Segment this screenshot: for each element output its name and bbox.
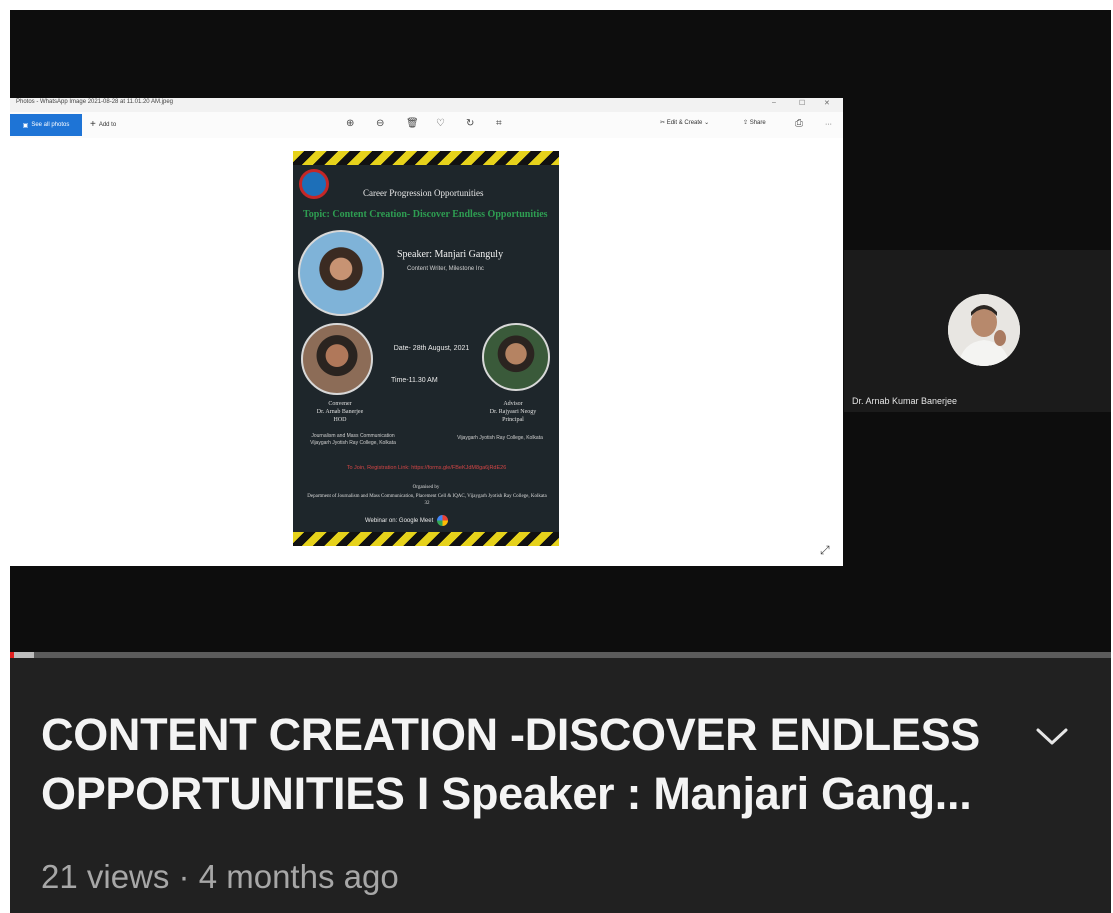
advisor-photo [482,323,550,391]
webinar-platform: Webinar on: Google Meet [365,515,449,526]
convener-title: Convener [328,401,352,407]
zoom-out-icon: ⊖ [376,118,385,129]
photos-icon: ▣ [22,122,29,129]
organised-by-text: Department of Journalism and Mass Commun… [307,494,547,506]
poster-heading: Career Progression Opportunities [363,188,484,198]
participant-avatar [948,294,1020,366]
video-info-panel: CONTENT CREATION -DISCOVER ENDLESS OPPOR… [10,658,1111,913]
convener-credit: Convener Dr. Arnab Banerjee HOD [295,400,385,424]
fullscreen-expand-icon: ⤢ [820,543,830,557]
expand-description-button[interactable] [1028,716,1076,756]
more-options-icon: ··· [825,121,832,128]
advisor-title: Advisor [503,401,523,407]
event-time: Time-11.30 AM [391,377,438,384]
convener-department: Journalism and Mass Communication Vijayg… [293,433,413,447]
google-meet-icon [437,515,449,526]
convener-dept-text: Journalism and Mass Communication [311,433,395,439]
participant-name: Dr. Arnab Kumar Banerjee [852,396,958,406]
organised-by-label: Organised by [412,485,440,490]
edit-create-button: ✂ Edit & Create ⌄ [660,119,709,126]
plus-icon: + [90,119,96,130]
add-to-button: + Add to [90,119,116,130]
photos-titlebar-text: Photos - WhatsApp Image 2021-08-28 at 11… [16,99,173,105]
advisor-college: Vijaygarh Jyotish Ray College, Kolkata [457,435,543,441]
heart-icon: ♡ [436,118,445,129]
see-all-photos-button: ▣ See all photos [10,114,82,136]
event-poster-image: Career Progression Opportunities Topic: … [293,151,559,546]
hazard-stripe-top [293,151,559,165]
poster-topic: Topic: Content Creation- Discover Endles… [303,209,548,220]
video-meta: 21 views · 4 months ago [41,858,399,895]
maximize-icon: ☐ [799,100,806,107]
share-label: Share [749,120,766,126]
rotate-icon: ↻ [466,118,475,129]
video-player[interactable]: Photos - WhatsApp Image 2021-08-28 at 11… [10,10,1111,652]
registration-link-text: To Join, Registration Link: https://form… [346,465,507,471]
add-to-label: Add to [98,121,117,128]
event-date: Date- 28th August, 2021 [393,345,470,352]
print-icon: ⎙ [795,118,803,129]
see-all-photos-label: See all photos [31,122,70,128]
hazard-stripe-bottom [293,532,559,546]
advisor-name: Dr. Rajyasri Neogy [489,409,537,415]
delete-icon: 🗑 [406,118,419,129]
photos-titlebar: Photos - WhatsApp Image 2021-08-28 at 11… [10,98,843,112]
college-logo [299,169,329,199]
webinar-label: Webinar on: Google Meet [365,517,434,524]
edit-icon: ✂ [660,120,666,126]
advisor-role: Principal [502,417,524,423]
participant-tile: Dr. Arnab Kumar Banerjee [844,250,1111,412]
participant-avatar-image [948,294,1020,366]
convener-photo [301,323,373,395]
shared-screen-photos-window: Photos - WhatsApp Image 2021-08-28 at 11… [10,98,843,566]
chevron-down-icon [1036,728,1068,745]
crop-icon: ⌗ [496,118,502,129]
zoom-in-icon: ⊕ [346,118,355,129]
video-title[interactable]: CONTENT CREATION -DISCOVER ENDLESS OPPOR… [41,705,1001,823]
close-icon: ✕ [824,100,830,107]
chevron-down-icon: ⌄ [704,120,710,126]
share-icon: ⇪ [743,120,749,126]
convener-college-text: Vijaygarh Jyotish Ray College, Kolkata [310,440,396,446]
speaker-photo [298,230,384,316]
share-button: ⇪ Share [743,119,766,126]
advisor-credit: Advisor Dr. Rajyasri Neogy Principal [463,400,559,424]
convener-name: Dr. Arnab Banerjee [316,409,364,415]
convener-role: HOD [333,417,347,423]
speaker-role: Content Writer, Milestone Inc [407,266,484,272]
photos-toolbar: ▣ See all photos + Add to ⊕ ⊖ 🗑 ♡ ↻ ⌗ ✂ … [10,112,843,138]
speaker-name: Speaker: Manjari Ganguly [397,249,504,260]
edit-create-label: Edit & Create [666,120,703,126]
minimize-icon: – [772,99,776,106]
